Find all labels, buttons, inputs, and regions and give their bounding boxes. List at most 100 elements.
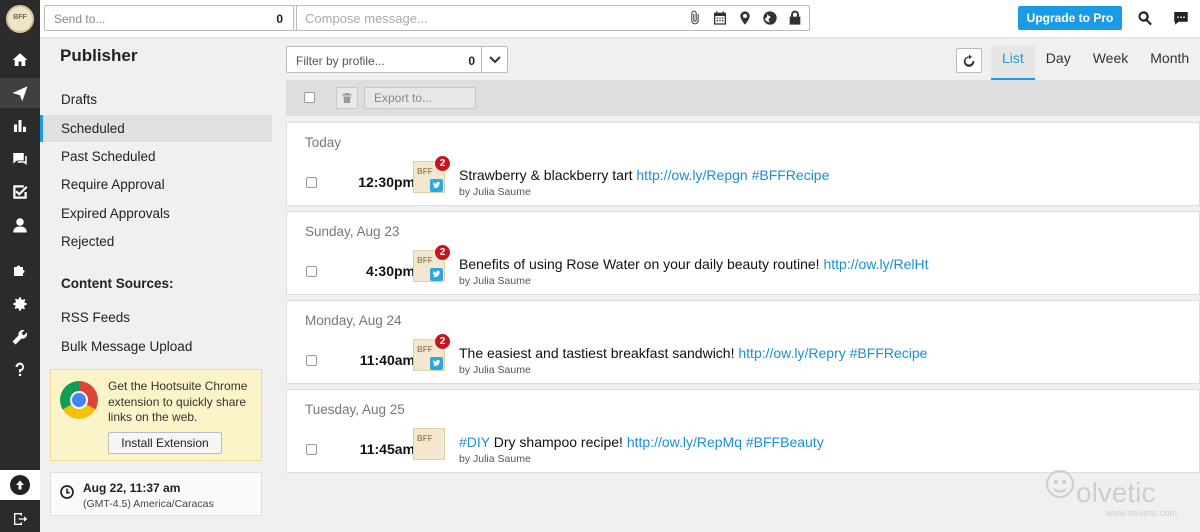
message-link[interactable]: http://ow.ly/Repgn #BFFRecipe xyxy=(636,167,829,183)
avatar-text: BFF xyxy=(417,256,433,265)
lock-icon[interactable] xyxy=(786,9,803,27)
location-pin-icon[interactable] xyxy=(736,9,753,27)
help-icon[interactable] xyxy=(0,355,40,385)
tasks-icon[interactable] xyxy=(0,177,40,207)
timezone-box: Aug 22, 11:37 am (GMT-4.5) America/Carac… xyxy=(50,472,262,516)
filter-by-profile-field[interactable]: Filter by profile... 0 xyxy=(286,46,508,73)
compose-message-input[interactable]: Compose message... xyxy=(296,5,810,31)
arrow-up-icon xyxy=(10,475,30,495)
install-extension-button[interactable]: Install Extension xyxy=(108,432,222,454)
scheduled-list-panel: Filter by profile... 0 List Day Week Mon… xyxy=(274,38,1200,532)
twitter-icon xyxy=(430,268,443,281)
chrome-logo-icon xyxy=(60,381,98,419)
nav-rail: BFF xyxy=(0,0,40,532)
message-text[interactable]: The easiest and tastiest breakfast sandw… xyxy=(459,345,927,361)
sidebar-item-rss-feeds[interactable]: RSS Feeds xyxy=(40,304,272,331)
tab-month[interactable]: Month xyxy=(1139,46,1200,81)
tools-icon[interactable] xyxy=(0,322,40,352)
scheduled-group: Tuesday, Aug 25 11:45am BFF #DIY Dry sha… xyxy=(286,389,1200,473)
chrome-extension-promo: Get the Hootsuite Chrome extension to qu… xyxy=(50,369,262,461)
sidebar-item-expired-approvals[interactable]: Expired Approvals xyxy=(40,200,272,227)
sidebar-item-bulk-upload[interactable]: Bulk Message Upload xyxy=(40,333,272,360)
message-link[interactable]: http://ow.ly/RelHt xyxy=(823,256,928,272)
send-icon[interactable] xyxy=(0,78,40,108)
message-checkbox[interactable] xyxy=(306,355,317,366)
group-date: Tuesday, Aug 25 xyxy=(305,402,405,417)
twitter-icon xyxy=(430,179,443,192)
group-date: Sunday, Aug 23 xyxy=(305,224,400,239)
message-time: 4:30pm xyxy=(365,263,415,279)
send-to-placeholder: Send to... xyxy=(54,12,106,26)
globe-icon[interactable] xyxy=(761,9,778,27)
chat-icon[interactable] xyxy=(1171,8,1191,28)
message-time: 11:45am xyxy=(359,441,415,457)
scheduled-group: Sunday, Aug 23 4:30pm BFF 2 Benefits of … xyxy=(286,211,1200,295)
message-link[interactable]: http://ow.ly/Repry #BFFRecipe xyxy=(738,345,927,361)
message-author: by Julia Saume xyxy=(459,364,531,376)
page-title: Publisher xyxy=(60,46,138,65)
home-icon[interactable] xyxy=(0,45,40,75)
message-body: Benefits of using Rose Water on your dai… xyxy=(459,256,824,272)
sidebar-item-require-approval[interactable]: Require Approval xyxy=(40,171,272,198)
hashtag-link[interactable]: #DIY xyxy=(459,434,490,450)
message-author: by Julia Saume xyxy=(459,275,531,287)
refresh-button[interactable] xyxy=(956,48,982,73)
calendar-icon[interactable] xyxy=(711,9,728,27)
timezone-label: (GMT-4.5) America/Caracas xyxy=(83,498,214,510)
contacts-icon[interactable] xyxy=(0,210,40,240)
message-text[interactable]: Benefits of using Rose Water on your dai… xyxy=(459,256,929,272)
group-date: Monday, Aug 24 xyxy=(305,313,402,328)
assignments-icon[interactable] xyxy=(0,144,40,174)
message-time: 12:30pm xyxy=(358,174,415,190)
upgrade-button[interactable]: Upgrade to Pro xyxy=(1018,6,1122,30)
profile-logo[interactable]: BFF xyxy=(6,5,34,33)
twitter-icon xyxy=(430,357,443,370)
export-to-dropdown[interactable]: Export to... xyxy=(364,87,476,109)
content-sources-heading: Content Sources: xyxy=(61,276,174,291)
logout-icon[interactable] xyxy=(0,506,40,532)
tab-day[interactable]: Day xyxy=(1035,46,1082,81)
compose-placeholder: Compose message... xyxy=(305,11,428,26)
group-date: Today xyxy=(305,135,342,150)
logo-text: BFF xyxy=(13,14,27,21)
message-body: Strawberry & blackberry tart xyxy=(459,167,637,183)
message-checkbox[interactable] xyxy=(306,266,317,277)
send-to-field[interactable]: Send to... 0 xyxy=(44,5,294,31)
chevron-down-icon[interactable] xyxy=(481,47,507,72)
upload-button[interactable] xyxy=(0,470,40,500)
message-text[interactable]: Strawberry & blackberry tart http://ow.l… xyxy=(459,167,829,183)
refresh-icon xyxy=(963,54,975,67)
top-bar: Send to... 0 Compose message... Upgrade … xyxy=(40,0,1200,38)
sidebar-item-rejected[interactable]: Rejected xyxy=(40,228,272,255)
view-tabs: List Day Week Month xyxy=(991,46,1200,81)
message-author: by Julia Saume xyxy=(459,186,531,198)
count-badge: 2 xyxy=(435,334,450,349)
sidebar-item-scheduled[interactable]: Scheduled xyxy=(40,115,272,142)
watermark-text: olvetic xyxy=(1076,477,1156,508)
clock-icon xyxy=(60,485,74,499)
select-all-checkbox[interactable] xyxy=(304,92,315,103)
analytics-icon[interactable] xyxy=(0,111,40,141)
message-link[interactable]: http://ow.ly/RepMq #BFFBeauty xyxy=(627,434,824,450)
tab-list[interactable]: List xyxy=(991,46,1035,81)
apps-icon[interactable] xyxy=(0,255,40,285)
avatar-text: BFF xyxy=(417,434,433,443)
current-datetime: Aug 22, 11:37 am xyxy=(83,481,181,495)
message-body: Dry shampoo recipe! xyxy=(489,434,627,450)
bulk-actions-bar: Export to... xyxy=(286,80,1200,116)
message-text[interactable]: #DIY Dry shampoo recipe! http://ow.ly/Re… xyxy=(459,434,824,450)
settings-icon[interactable] xyxy=(0,289,40,319)
sidebar-item-past-scheduled[interactable]: Past Scheduled xyxy=(40,143,272,170)
watermark-url: www.solvetic.com xyxy=(1106,508,1178,518)
sidebar-item-drafts[interactable]: Drafts xyxy=(40,86,272,113)
watermark-logo: olvetic www.solvetic.com xyxy=(1040,462,1190,522)
message-checkbox[interactable] xyxy=(306,444,317,455)
avatar: BFF xyxy=(413,428,445,460)
trash-icon[interactable] xyxy=(336,87,358,109)
attachment-icon[interactable] xyxy=(686,9,703,27)
message-checkbox[interactable] xyxy=(306,177,317,188)
avatar-text: BFF xyxy=(417,345,433,354)
tab-week[interactable]: Week xyxy=(1082,46,1140,81)
search-icon[interactable] xyxy=(1135,8,1155,28)
count-badge: 2 xyxy=(435,245,450,260)
